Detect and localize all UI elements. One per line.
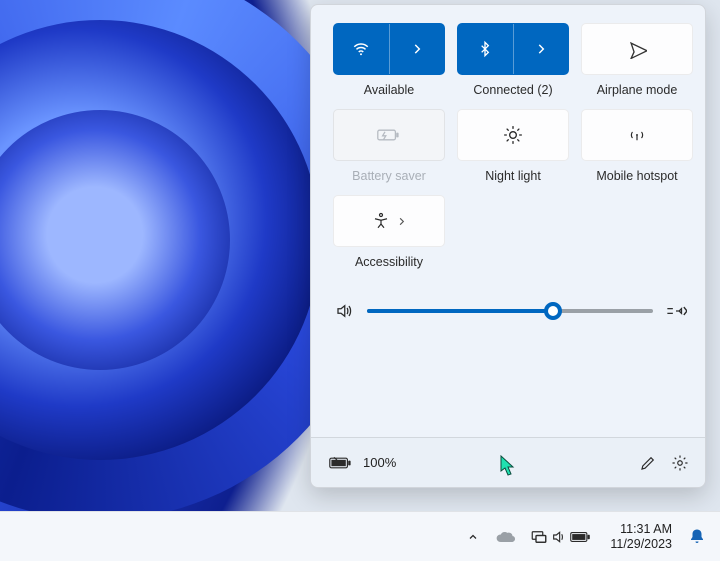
- bluetooth-icon: [477, 40, 493, 58]
- volume-tray-icon: [550, 529, 568, 545]
- battery-icon[interactable]: [329, 455, 353, 471]
- accessibility-tile[interactable]: [333, 195, 445, 247]
- taskbar: 11:31 AM 11/29/2023: [0, 511, 720, 561]
- quick-settings-panel: Available Connected (2): [310, 4, 706, 488]
- airplane-label: Airplane mode: [597, 83, 678, 99]
- tile-wrap-night: Night light: [457, 109, 569, 185]
- network-icon: [530, 529, 548, 545]
- quick-settings-grid: Available Connected (2): [311, 5, 705, 279]
- volume-thumb[interactable]: [544, 302, 562, 320]
- airplane-tile[interactable]: [581, 23, 693, 75]
- onedrive-icon[interactable]: [492, 524, 518, 550]
- hotspot-icon: [626, 126, 648, 144]
- wifi-toggle[interactable]: [334, 24, 389, 74]
- bluetooth-tile[interactable]: [457, 23, 569, 75]
- notifications-button[interactable]: [684, 524, 710, 550]
- tile-wrap-bluetooth: Connected (2): [457, 23, 569, 99]
- wifi-tile[interactable]: [333, 23, 445, 75]
- bluetooth-label: Connected (2): [473, 83, 552, 99]
- accessibility-label: Accessibility: [355, 255, 423, 271]
- wifi-label: Available: [364, 83, 415, 99]
- tray-overflow-button[interactable]: [460, 524, 486, 550]
- battery-saver-icon: [377, 127, 401, 143]
- volume-fill: [367, 309, 553, 313]
- chevron-right-icon: [534, 42, 548, 56]
- bluetooth-expand[interactable]: [513, 24, 569, 74]
- night-light-icon: [503, 125, 523, 145]
- tile-wrap-airplane: Airplane mode: [581, 23, 693, 99]
- edit-button[interactable]: [637, 452, 659, 474]
- wifi-expand[interactable]: [389, 24, 445, 74]
- bluetooth-toggle[interactable]: [458, 24, 513, 74]
- audio-output-button[interactable]: [665, 300, 687, 322]
- hotspot-label: Mobile hotspot: [596, 169, 677, 185]
- battery-tray-icon: [570, 530, 592, 544]
- battery-saver-label: Battery saver: [352, 169, 426, 185]
- tile-wrap-wifi: Available: [333, 23, 445, 99]
- volume-slider[interactable]: [367, 309, 653, 313]
- hotspot-tile[interactable]: [581, 109, 693, 161]
- system-tray[interactable]: [524, 527, 598, 547]
- tile-wrap-accessibility: Accessibility: [333, 195, 445, 271]
- taskbar-date: 11/29/2023: [610, 537, 672, 551]
- speaker-icon[interactable]: [333, 300, 355, 322]
- battery-saver-tile: [333, 109, 445, 161]
- night-light-tile[interactable]: [457, 109, 569, 161]
- accessibility-icon: [372, 212, 390, 230]
- volume-row: [333, 295, 687, 327]
- settings-button[interactable]: [669, 452, 691, 474]
- taskbar-time: 11:31 AM: [610, 522, 672, 536]
- chevron-right-icon: [410, 42, 424, 56]
- airplane-icon: [627, 39, 647, 59]
- battery-percent: 100%: [363, 455, 396, 470]
- night-light-label: Night light: [485, 169, 541, 185]
- tile-wrap-battery: Battery saver: [333, 109, 445, 185]
- wifi-icon: [352, 40, 370, 58]
- taskbar-clock[interactable]: 11:31 AM 11/29/2023: [604, 522, 678, 551]
- quick-settings-footer: 100%: [311, 437, 705, 487]
- chevron-right-icon: [396, 216, 407, 227]
- tile-wrap-hotspot: Mobile hotspot: [581, 109, 693, 185]
